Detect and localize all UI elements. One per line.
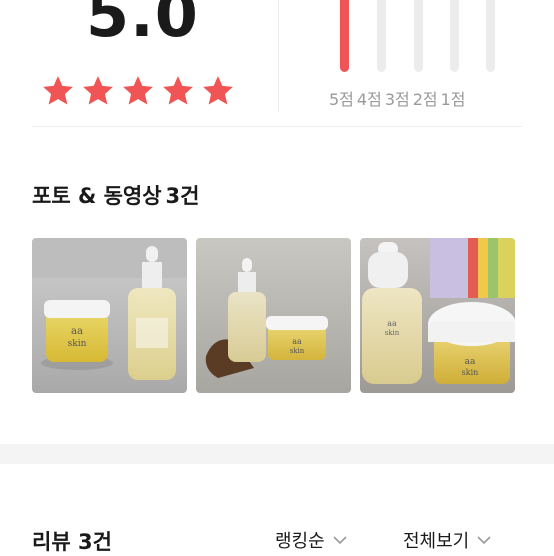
rating-label-1: 1점	[440, 90, 466, 109]
star-rating	[40, 74, 236, 108]
section-divider	[32, 126, 522, 127]
rating-bar-fill	[340, 0, 349, 72]
svg-text:aa: aa	[387, 319, 397, 328]
photo-section-label: 포토 & 동영상	[32, 184, 162, 208]
star-icon	[163, 76, 193, 105]
svg-text:skin: skin	[462, 368, 479, 377]
star-icon	[203, 76, 233, 105]
rating-distribution-bars	[340, 0, 500, 74]
rating-score: 5.0	[86, 0, 199, 51]
review-section-title: 리뷰 3건	[32, 526, 112, 556]
rating-bar-2	[450, 0, 459, 72]
sort-dropdown-label: 랭킹순	[275, 531, 325, 552]
rating-label-2: 2점	[412, 90, 438, 109]
review-section-label: 리뷰	[32, 530, 71, 554]
rating-label-5: 5점	[329, 90, 354, 109]
svg-text:aa: aa	[71, 326, 83, 337]
rating-label-4: 4점	[356, 90, 382, 109]
svg-text:skin: skin	[385, 329, 400, 337]
review-photo-image: aa skin aa skin	[360, 238, 515, 393]
photo-section-count: 3건	[165, 184, 200, 208]
review-photo-2[interactable]: aa skin	[196, 238, 351, 393]
rating-label-3: 3점	[384, 90, 410, 109]
review-section-count: 3건	[77, 530, 112, 554]
review-photo-image: aa skin	[32, 238, 187, 393]
chevron-down-icon	[477, 536, 491, 545]
svg-text:aa: aa	[465, 357, 476, 367]
section-separator-band	[0, 444, 554, 464]
photo-section-title: 포토 & 동영상 3건	[32, 180, 199, 210]
star-icon	[123, 76, 153, 105]
svg-text:skin: skin	[68, 339, 87, 349]
rating-bar-5	[340, 0, 349, 72]
svg-text:aa: aa	[292, 337, 302, 346]
star-icon	[83, 76, 113, 105]
review-photo-image: aa skin	[196, 238, 351, 393]
sort-dropdown[interactable]: 랭킹순	[275, 527, 347, 553]
star-icon	[43, 76, 73, 105]
summary-divider	[278, 0, 279, 112]
svg-text:skin: skin	[290, 347, 305, 355]
review-photo-1[interactable]: aa skin	[32, 238, 187, 393]
rating-bar-3	[414, 0, 423, 72]
rating-bar-4	[377, 0, 386, 72]
chevron-down-icon	[333, 536, 347, 545]
filter-dropdown-label: 전체보기	[403, 531, 470, 552]
filter-dropdown[interactable]: 전체보기	[403, 527, 491, 553]
rating-bar-1	[486, 0, 495, 72]
rating-distribution-labels: 5점 4점 3점 2점 1점	[329, 86, 466, 110]
photo-gallery: aa skin aa skin aa skin aa skin	[32, 238, 515, 393]
review-photo-3[interactable]: aa skin aa skin	[360, 238, 515, 393]
